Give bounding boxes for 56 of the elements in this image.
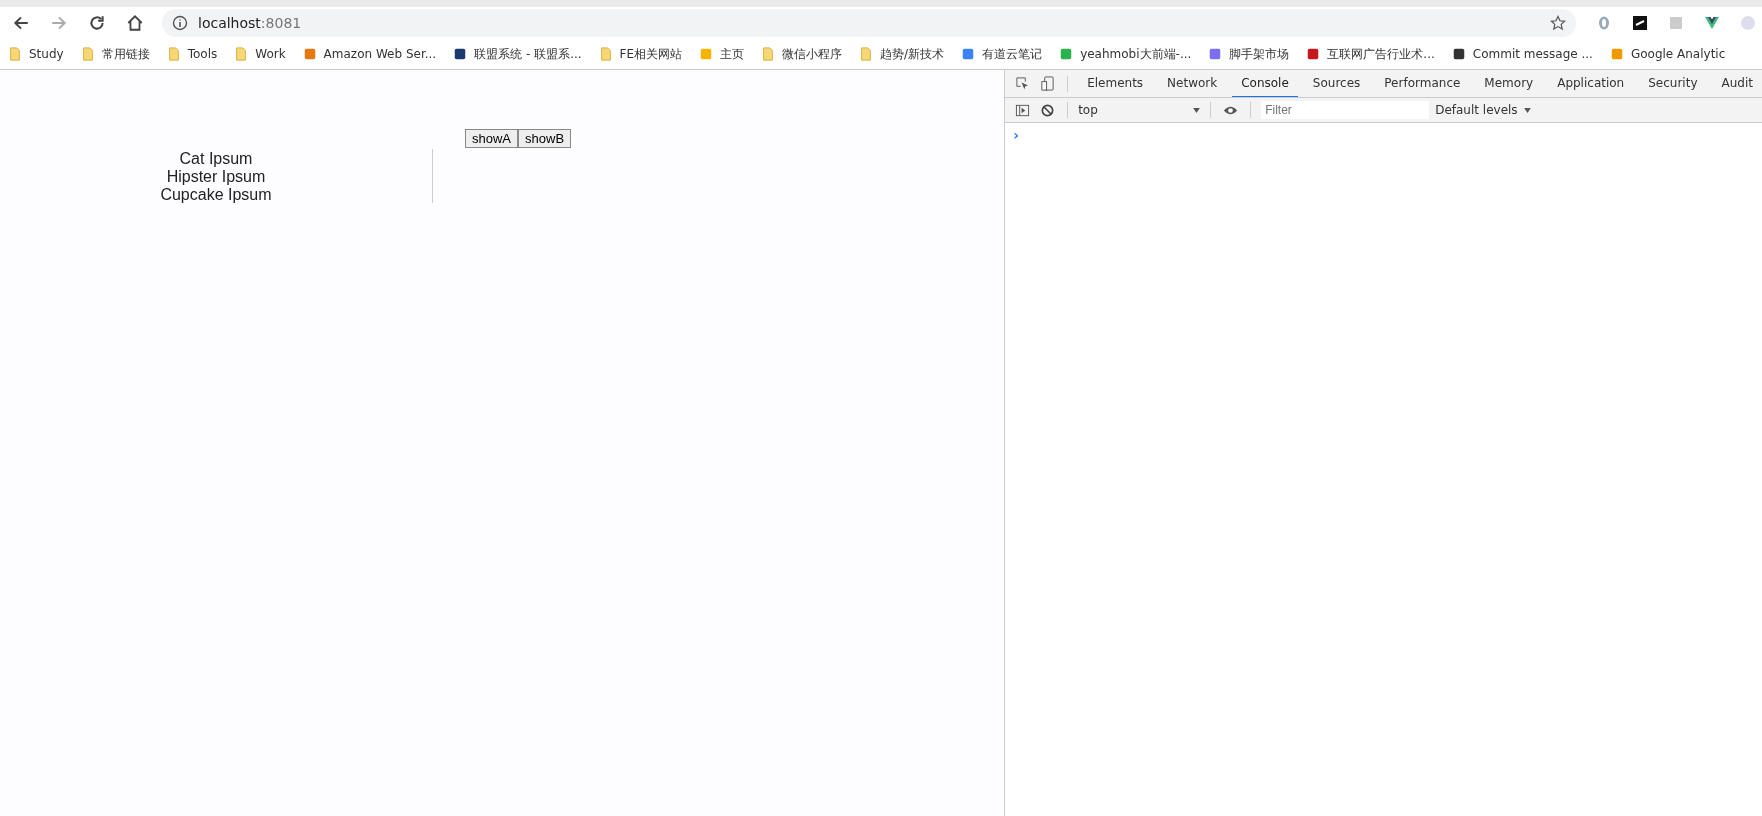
devtools-tab[interactable]: Security: [1639, 70, 1707, 97]
bookmark-item[interactable]: Commit message ...: [1451, 47, 1593, 61]
list-item: Hipster Ipsum: [165, 168, 267, 186]
list-item: Cupcake Ipsum: [159, 186, 273, 204]
bookmark-item[interactable]: yeahmobi大前端-...: [1059, 45, 1192, 63]
devtools-tab[interactable]: Sources: [1303, 70, 1370, 97]
site-icon: [1059, 47, 1074, 61]
bookmark-item[interactable]: 互联网广告行业术...: [1306, 45, 1435, 63]
list-item: Cat Ipsum: [178, 150, 254, 168]
bookmark-item[interactable]: 常用链接: [80, 45, 150, 63]
folder-icon: [234, 47, 249, 61]
folder-icon: [80, 47, 95, 61]
star-icon[interactable]: [1550, 15, 1566, 31]
extension-icon[interactable]: [1632, 15, 1648, 31]
site-icon: [1451, 47, 1466, 61]
vue-icon[interactable]: [1704, 15, 1720, 31]
site-icon: [699, 47, 714, 61]
folder-icon: [598, 47, 613, 61]
site-icon: [961, 47, 976, 61]
bookmark-item[interactable]: Google Analytic: [1609, 47, 1726, 61]
folder-icon: [761, 47, 776, 61]
address-bar[interactable]: localhost:8081: [162, 9, 1576, 37]
site-icon: [302, 47, 317, 61]
bookmark-item[interactable]: 微信小程序: [761, 45, 843, 63]
console-prompt[interactable]: ›: [1013, 127, 1019, 143]
caret-icon: [1523, 107, 1531, 113]
bookmark-item[interactable]: Work: [234, 47, 286, 61]
filter-field[interactable]: Filter: [1261, 101, 1430, 119]
devtools-tab[interactable]: Elements: [1078, 70, 1153, 97]
site-icon: [1609, 47, 1624, 61]
caret-icon: [1193, 107, 1201, 113]
devtools-tab[interactable]: Network: [1158, 70, 1227, 97]
devtools-tab[interactable]: Audit: [1712, 70, 1762, 97]
devtools-tab[interactable]: Performance: [1375, 70, 1470, 97]
folder-icon: [166, 47, 181, 61]
folder-icon: [859, 47, 874, 61]
context-select[interactable]: top: [1078, 103, 1201, 117]
bookmark-item[interactable]: Study: [8, 47, 64, 61]
levels-select[interactable]: Default levels: [1435, 103, 1531, 117]
bookmark-item[interactable]: Amazon Web Ser...: [302, 47, 437, 61]
bookmark-item[interactable]: 有道云笔记: [961, 45, 1043, 63]
bookmark-item[interactable]: 联盟系统 - 联盟系...: [453, 45, 582, 63]
bookmark-item[interactable]: Tools: [166, 47, 218, 61]
info-icon: [172, 15, 188, 31]
site-icon: [1208, 47, 1223, 61]
site-icon: [453, 47, 468, 61]
site-icon: [1306, 47, 1321, 61]
bookmark-item[interactable]: 主页: [699, 45, 745, 63]
page-button[interactable]: showB: [518, 129, 572, 148]
bookmark-item[interactable]: 趋势/新技术: [859, 45, 945, 63]
devtools-tab[interactable]: Memory: [1475, 70, 1543, 97]
bookmark-item[interactable]: FE相关网站: [598, 45, 683, 63]
bookmark-item[interactable]: 脚手架市场: [1208, 45, 1290, 63]
devtools-tab[interactable]: Application: [1548, 70, 1634, 97]
page-button[interactable]: showA: [465, 129, 519, 148]
folder-icon: [8, 47, 22, 61]
